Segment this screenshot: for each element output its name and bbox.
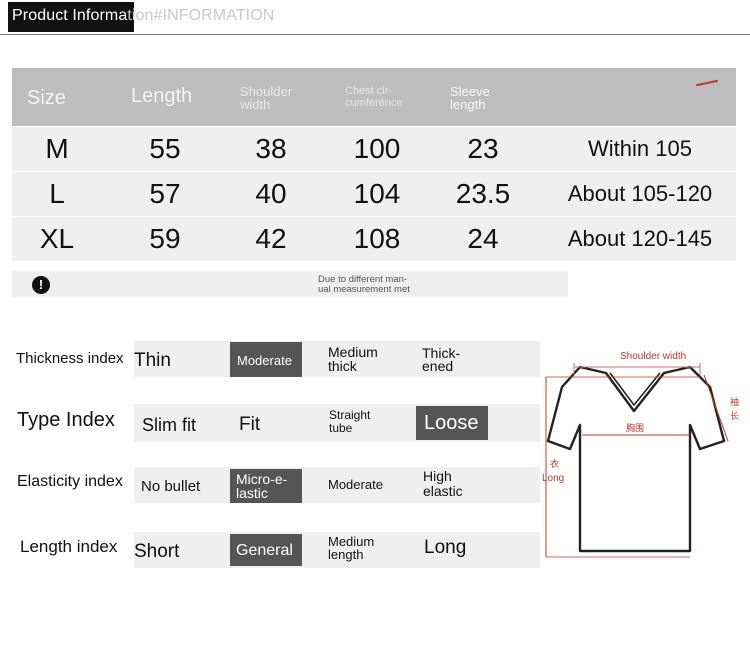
- option-line1: Micro-e-: [236, 471, 288, 487]
- elasticity-option-micro-elastic-text: Micro-e- lastic: [236, 472, 287, 500]
- cell-shoulder: 38: [255, 133, 287, 164]
- thickness-index-label: Thickness index: [16, 350, 124, 367]
- type-option-straight-tube: Straight tube: [329, 409, 370, 435]
- measurement-note: ! Due to different man- ual measurement …: [12, 271, 568, 297]
- note-line2: ual measurement met: [318, 284, 410, 295]
- option-line2: lastic: [236, 485, 268, 501]
- option-line2: elastic: [423, 483, 463, 499]
- thickness-option-medium-thick: Medium thick: [328, 345, 378, 373]
- elasticity-option-high-elastic: High elastic: [423, 469, 463, 499]
- col-sleeve: Sleeve length: [450, 85, 490, 111]
- elasticity-option-micro-elastic: Micro-e- lastic: [230, 469, 302, 503]
- cell-length: 59: [149, 223, 181, 254]
- cell-size: M: [45, 133, 69, 164]
- option-line1: High: [423, 468, 452, 484]
- cell-sleeve: 23.5: [455, 178, 511, 209]
- elasticity-index-bar: No bullet Micro-e- lastic Moderate High …: [134, 467, 540, 503]
- option-line1: Medium: [328, 344, 378, 360]
- thickness-option-thickened: Thick- ened: [422, 346, 460, 374]
- type-option-loose-text: Loose: [424, 412, 479, 434]
- cell-chest: 100: [353, 133, 401, 164]
- thickness-option-moderate: Moderate: [230, 342, 302, 377]
- option-line2: tube: [329, 421, 353, 435]
- cell-shoulder: 42: [255, 223, 287, 254]
- size-row-m: M 55 38 100 23 Within 105: [12, 127, 736, 171]
- type-index-bar: Slim fit Fit Straight tube Loose: [134, 404, 540, 442]
- cell-sleeve: 23: [467, 133, 499, 164]
- col-length: Length: [131, 85, 193, 107]
- option-line2: thick: [328, 358, 357, 374]
- header-title: Product Information#INFORMATION: [12, 7, 274, 25]
- elasticity-option-moderate: Moderate: [328, 477, 383, 492]
- type-option-loose: Loose: [416, 406, 488, 440]
- sleeve-cn-label-2: 长: [730, 410, 739, 421]
- shoulder-width-label: Shoulder width: [620, 351, 686, 362]
- length-en-label: Long: [542, 473, 564, 484]
- size-table-header: Size Length Shoulder width Chest cir- cu…: [12, 68, 736, 126]
- length-option-general-text: General: [236, 542, 293, 559]
- header-divider: [0, 34, 750, 35]
- cell-shoulder: 40: [255, 178, 287, 209]
- chest-label: 胸围: [626, 422, 644, 433]
- cell-sleeve: 24: [467, 223, 499, 254]
- option-line2: ened: [422, 358, 454, 374]
- tshirt-measurement-diagram: Shoulder width 胸围 衣 Long 袖 长: [542, 351, 739, 558]
- length-option-medium-length: Medium length: [328, 535, 374, 561]
- cell-chest: 104: [353, 178, 401, 209]
- header-title-rest: tion#INFORMATION: [127, 7, 275, 24]
- note-text: Due to different man- ual measurement me…: [318, 275, 410, 295]
- elasticity-index-label: Elasticity index: [17, 473, 123, 490]
- col-shoulder-line2: width: [240, 97, 271, 112]
- length-option-long: Long: [424, 537, 467, 558]
- elasticity-option-no-bullet: No bullet: [141, 478, 201, 495]
- col-chest-line2: cumference: [345, 97, 403, 109]
- length-index-bar: Short General Medium length Long: [134, 532, 540, 568]
- thickness-option-moderate-text: Moderate: [237, 353, 292, 368]
- cell-fit-range: About 105-120: [567, 181, 713, 206]
- type-option-slim-fit: Slim fit: [142, 415, 196, 435]
- cell-fit-range: About 120-145: [567, 226, 713, 251]
- col-size: Size: [27, 87, 66, 109]
- warning-icon: !: [32, 276, 50, 294]
- cell-fit-range: Within 105: [588, 136, 692, 161]
- cell-size: L: [49, 178, 65, 209]
- length-option-short: Short: [134, 541, 180, 562]
- length-index-label: Length index: [20, 537, 118, 556]
- header-title-main: Product Informa: [12, 7, 128, 24]
- col-shoulder: Shoulder width: [240, 85, 292, 111]
- page-header: Product Information#INFORMATION: [0, 0, 750, 36]
- option-line2: length: [328, 547, 364, 562]
- header-decoration-mark: [696, 79, 718, 87]
- cell-length: 55: [149, 133, 181, 164]
- thickness-option-thin: Thin: [134, 350, 171, 371]
- col-sleeve-line2: length: [450, 97, 486, 112]
- cell-size: XL: [39, 223, 75, 254]
- type-option-fit: Fit: [239, 414, 261, 435]
- size-row-l: L 57 40 104 23.5 About 105-120: [12, 172, 736, 216]
- col-chest-line1: Chest cir-: [345, 85, 393, 97]
- col-chest: Chest cir- cumference: [345, 85, 402, 109]
- sleeve-cn-label-1: 袖: [730, 396, 739, 407]
- length-option-general: General: [230, 534, 302, 566]
- size-row-xl: XL 59 42 108 24 About 120-145: [12, 217, 736, 261]
- cell-length: 57: [149, 178, 181, 209]
- cell-chest: 108: [353, 223, 401, 254]
- length-cn-label: 衣: [550, 458, 559, 469]
- tshirt-outline-icon: [546, 365, 726, 553]
- type-index-label: Type Index: [17, 409, 115, 431]
- thickness-index-bar: Thin Moderate Medium thick Thick- ened: [134, 341, 540, 377]
